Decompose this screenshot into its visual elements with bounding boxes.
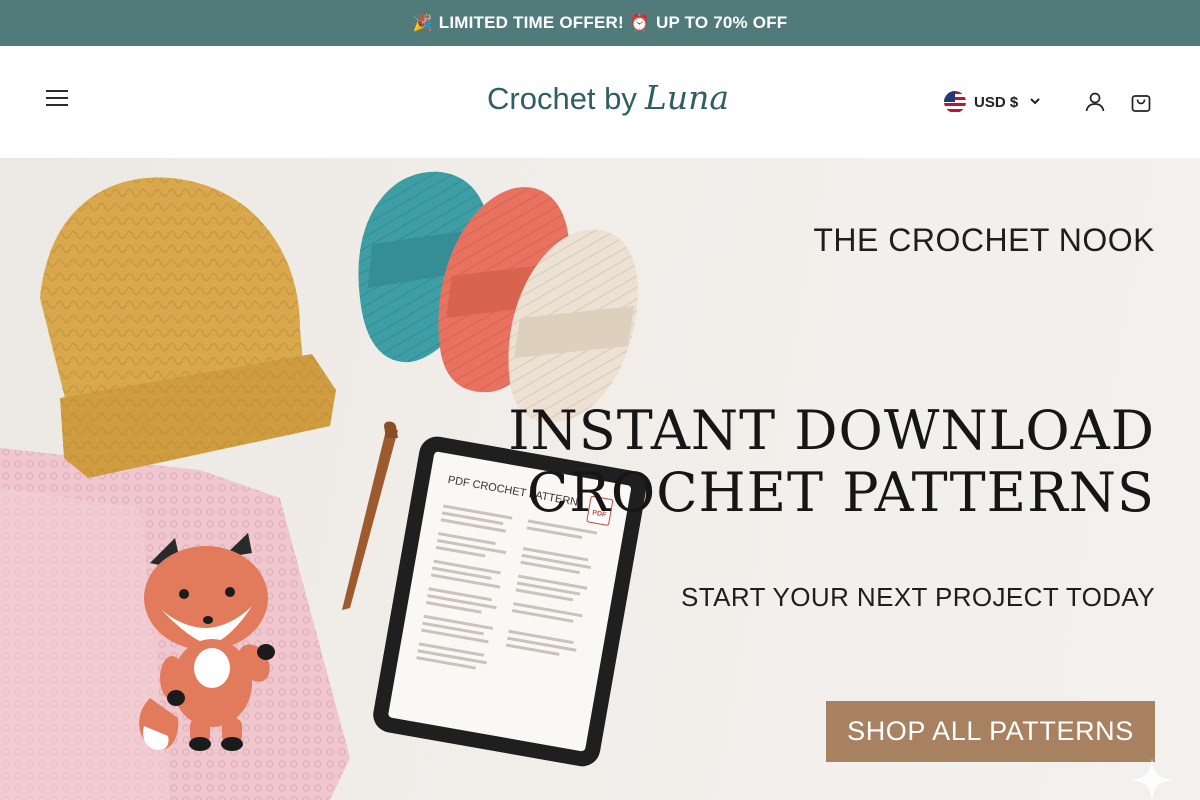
chevron-down-icon (1030, 97, 1040, 108)
hero-banner: PDF CROCHET PATTERN PDF THE CROCHET NOOK… (0, 158, 1200, 800)
user-icon[interactable] (1083, 90, 1107, 114)
hero-title-line1: INSTANT DOWNLOAD (508, 399, 1155, 462)
hero-subtitle: START YOUR NEXT PROJECT TODAY (681, 582, 1155, 612)
announcement-text-right: UP TO 70% OFF (655, 13, 788, 32)
announcement-bar: 🎉 LIMITED TIME OFFER! ⏰ UP TO 70% OFF (0, 0, 1200, 46)
hero-eyebrow: THE CROCHET NOOK (813, 222, 1155, 258)
hero-title: INSTANT DOWNLOAD CROCHET PATTERNS (508, 400, 1155, 524)
currency-label: USD $ (974, 93, 1019, 111)
logo-script-text: Luna (644, 78, 730, 117)
announcement-text-left: LIMITED TIME OFFER! (438, 13, 624, 32)
sparkle-icon (1130, 758, 1174, 800)
alarm-clock-icon: ⏰ (629, 15, 650, 32)
currency-selector[interactable]: USD $ (944, 90, 1040, 114)
shopping-bag-icon[interactable] (1129, 90, 1153, 114)
crochet-hook (342, 421, 398, 610)
hamburger-menu-icon[interactable] (46, 90, 72, 112)
yellow-beanie (40, 177, 336, 478)
hero-title-line2: CROCHET PATTERNS (526, 461, 1155, 524)
site-header: Crochet by Luna USD $ (0, 46, 1200, 158)
shop-all-patterns-button[interactable]: SHOP ALL PATTERNS (826, 701, 1155, 762)
us-flag-icon (944, 91, 966, 113)
logo-text: Crochet by (487, 81, 637, 116)
site-logo[interactable]: Crochet by Luna (487, 78, 729, 126)
party-popper-icon: 🎉 (412, 15, 433, 32)
